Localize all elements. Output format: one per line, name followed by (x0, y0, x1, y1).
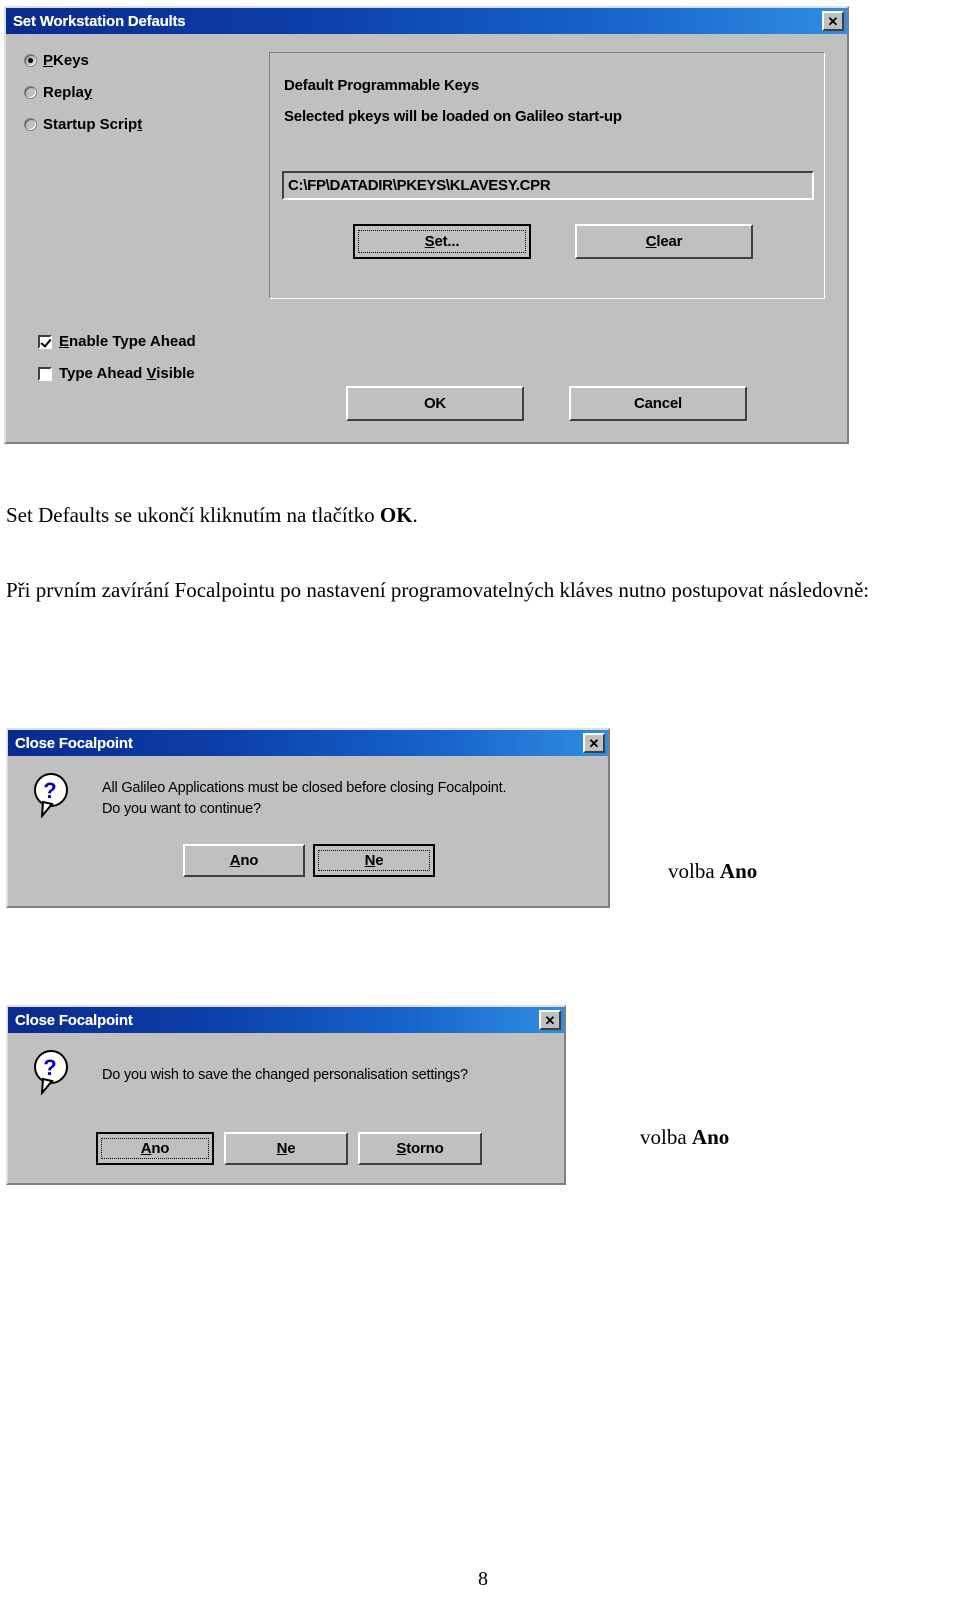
paragraph1-before: Set Defaults se ukončí kliknutím na tlač… (6, 503, 380, 527)
radio-replay[interactable]: Replay (24, 84, 92, 101)
ok-button[interactable]: OK (346, 386, 524, 421)
group-heading: Default Programmable Keys (284, 77, 480, 94)
paragraph1-bold: OK (379, 503, 413, 527)
dialog-message: All Galileo Applications must be closed … (102, 780, 507, 817)
titlebar: Set Workstation Defaults ✕ (6, 8, 847, 34)
close-icon[interactable]: ✕ (583, 733, 605, 753)
ano-button[interactable]: Ano (96, 1132, 214, 1165)
set-button[interactable]: Set... (353, 224, 531, 259)
close-icon[interactable]: ✕ (539, 1010, 561, 1030)
clear-button-label: Clear (645, 233, 683, 250)
checkbox-type-ahead-visible[interactable]: Type Ahead Visible (38, 365, 195, 382)
question-icon: ? (30, 1049, 72, 1097)
radio-label-pkeys: PKeys (43, 52, 89, 69)
paragraph-set-defaults: Set Defaults se ukončí kliknutím na tlač… (6, 500, 906, 530)
checkbox-indicator-type-ahead-visible (38, 366, 52, 381)
radio-pkeys[interactable]: PKeys (24, 52, 89, 69)
close-focalpoint-save-dialog: Close Focalpoint ✕ ? Do you wish to save… (6, 1005, 566, 1185)
question-icon: ? (30, 772, 72, 820)
caption-volba-ano-2: volba Ano (640, 1122, 729, 1152)
paragraph1-after: . (412, 503, 418, 527)
dialog-message: Do you wish to save the changed personal… (102, 1067, 468, 1083)
clear-button[interactable]: Clear (575, 224, 753, 259)
dialog-title: Set Workstation Defaults (13, 12, 186, 30)
paragraph-closing-procedure: Při prvním zavírání Focalpointu po nasta… (6, 578, 870, 602)
storno-button-label: Storno (396, 1140, 444, 1157)
ne-button[interactable]: Ne (224, 1132, 348, 1165)
dialog-frame: Set Workstation Defaults ✕ PKeys Replay … (4, 6, 849, 444)
radio-label-replay: Replay (43, 84, 93, 101)
caption2-before: volba (668, 859, 720, 883)
dialog-frame: Close Focalpoint ✕ ? All Galileo Applica… (6, 728, 610, 908)
ne-button-label: Ne (276, 1140, 296, 1157)
checkbox-enable-type-ahead[interactable]: Enable Type Ahead (38, 333, 196, 350)
set-button-label: Set... (358, 230, 526, 253)
radio-indicator-replay (24, 86, 37, 99)
radio-indicator-pkeys (24, 54, 37, 67)
svg-text:?: ? (43, 778, 56, 803)
dialog-title: Close Focalpoint (15, 1011, 133, 1029)
close-focalpoint-continue-dialog: Close Focalpoint ✕ ? All Galileo Applica… (6, 728, 610, 908)
checkbox-indicator-enable-type-ahead (38, 334, 52, 349)
radio-indicator-startup-script (24, 118, 37, 131)
ne-button[interactable]: Ne (313, 844, 435, 877)
dialog-frame: Close Focalpoint ✕ ? Do you wish to save… (6, 1005, 566, 1185)
ok-button-label: OK (423, 395, 447, 412)
svg-text:?: ? (43, 1055, 56, 1080)
caption3-bold: Ano (691, 1125, 730, 1149)
caption-volba-ano-1: volba Ano (668, 856, 757, 886)
ano-button-label: Ano (101, 1138, 209, 1159)
ano-button-label: Ano (229, 852, 259, 869)
ne-button-label: Ne (318, 850, 430, 871)
caption3-before: volba (640, 1125, 692, 1149)
caption2-bold: Ano (719, 859, 758, 883)
pkeys-path-field[interactable]: C:\FP\DATADIR\PKEYS\KLAVESY.CPR (282, 171, 814, 200)
checkbox-label-enable-type-ahead: Enable Type Ahead (59, 333, 196, 350)
default-programmable-keys-group: Default Programmable Keys Selected pkeys… (269, 52, 825, 299)
set-workstation-defaults-dialog: Set Workstation Defaults ✕ PKeys Replay … (4, 6, 849, 444)
checkbox-label-type-ahead-visible: Type Ahead Visible (59, 365, 195, 382)
storno-button[interactable]: Storno (358, 1132, 482, 1165)
dialog-title: Close Focalpoint (15, 734, 133, 752)
close-icon[interactable]: ✕ (822, 11, 844, 31)
cancel-button[interactable]: Cancel (569, 386, 747, 421)
group-subheading: Selected pkeys will be loaded on Galileo… (284, 108, 622, 125)
radio-startup-script[interactable]: Startup Script (24, 116, 142, 133)
titlebar: Close Focalpoint ✕ (8, 730, 608, 756)
page-number: 8 (478, 1568, 488, 1590)
ano-button[interactable]: Ano (183, 844, 305, 877)
cancel-button-label: Cancel (634, 395, 682, 412)
titlebar: Close Focalpoint ✕ (8, 1007, 564, 1033)
radio-label-startup-script: Startup Script (43, 116, 143, 133)
